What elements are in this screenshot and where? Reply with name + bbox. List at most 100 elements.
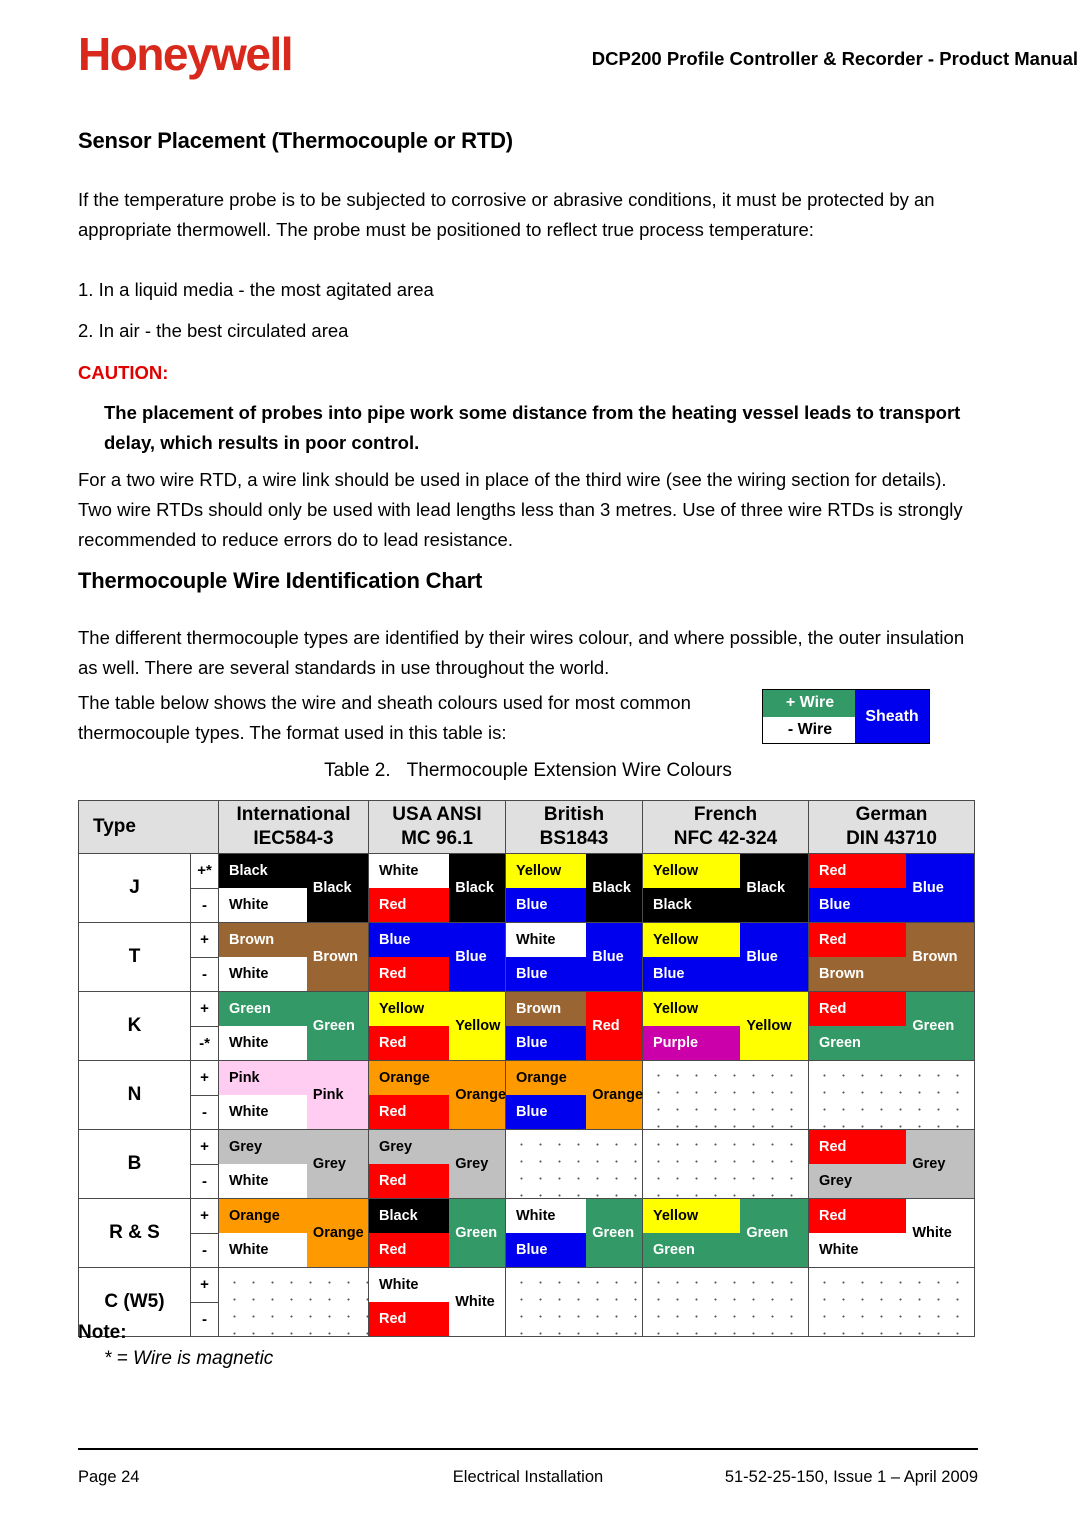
sheath-swatch: White — [449, 1268, 505, 1336]
cell-wire-colours: Orange Orange White — [218, 1198, 369, 1268]
page-title: Sensor Placement (Thermocouple or RTD) — [78, 128, 513, 153]
sheath-swatch: Yellow — [740, 992, 808, 1060]
note-text: * = Wire is magnetic — [104, 1348, 274, 1369]
cell-plus-sign: +* — [190, 853, 219, 889]
minus-wire-swatch: White — [219, 888, 307, 922]
cell-wire-colours: Yellow Yellow Red — [368, 991, 506, 1061]
empty-pattern — [643, 1268, 808, 1336]
sheath-swatch: Yellow — [449, 992, 505, 1060]
minus-wire-swatch: White — [809, 1233, 907, 1267]
cell-plus-sign: + — [190, 991, 219, 1027]
column-header-line1: Type — [93, 816, 136, 837]
empty-pattern — [643, 1130, 808, 1198]
cell-minus-sign: - — [190, 1163, 219, 1199]
cell-wire-colours — [218, 1267, 369, 1337]
table-header-row: Type International IEC584-3 USA ANSI MC … — [78, 800, 975, 854]
column-header-line2: MC 96.1 — [401, 828, 473, 849]
minus-wire-swatch: Blue — [506, 888, 587, 922]
cell-wire-colours: Green Red Green — [808, 991, 975, 1061]
plus-wire-swatch: Brown — [219, 923, 307, 957]
column-header-line2: NFC 42-324 — [673, 828, 778, 849]
cell-wire-colours — [808, 1060, 975, 1130]
minus-wire-swatch: Red — [369, 957, 450, 991]
minus-wire-swatch: White — [219, 957, 307, 991]
plus-wire-swatch: Red — [809, 992, 907, 1026]
table-caption-number: Table 2. — [324, 760, 391, 781]
sheath-swatch: Orange — [586, 1061, 643, 1129]
minus-wire-swatch: White — [219, 1095, 307, 1129]
wire-chart-heading: Thermocouple Wire Identification Chart — [78, 568, 483, 593]
plus-wire-swatch: Grey — [219, 1130, 307, 1164]
cell-wire-colours: Green White Blue — [505, 1198, 643, 1268]
cell-type: J — [78, 853, 191, 923]
column-header-line1: International — [236, 804, 351, 825]
cell-wire-colours — [505, 1129, 643, 1199]
cell-wire-colours: Green Yellow Green — [642, 1198, 809, 1268]
plus-wire-swatch: Yellow — [369, 992, 450, 1026]
minus-wire-swatch: Brown — [809, 957, 907, 991]
table-row: N + Pink Pink White Orange Orange Red Orange Oran… — [78, 1060, 975, 1130]
plus-wire-swatch: Red — [809, 923, 907, 957]
sheath-swatch: Grey — [449, 1130, 505, 1198]
wire-chart-paragraph-1: The different thermocouple types are ide… — [78, 627, 965, 678]
header-title: DCP200 Profile Controller & Recorder - P… — [591, 48, 1078, 69]
cell-plus-sign: + — [190, 922, 219, 958]
empty-pattern — [809, 1268, 974, 1336]
empty-pattern — [219, 1268, 368, 1336]
cell-type: N — [78, 1060, 191, 1130]
table-body: J +* Black Black White Black White Red Black Yell… — [78, 853, 975, 1337]
cell-wire-colours: Grey Grey White — [218, 1129, 369, 1199]
table-row: K + Green Green White Yellow Yellow Red Red Brown… — [78, 991, 975, 1061]
plus-wire-swatch: Yellow — [643, 1199, 741, 1233]
plus-wire-swatch: Green — [219, 992, 307, 1026]
sheath-swatch: Black — [306, 854, 368, 922]
sheath-swatch: Grey — [906, 1130, 974, 1198]
plus-wire-swatch: Yellow — [643, 992, 741, 1026]
cell-wire-colours: Black Yellow Blue — [505, 853, 643, 923]
cell-type: B — [78, 1129, 191, 1199]
plus-wire-swatch: White — [369, 854, 450, 888]
cell-wire-colours: Red Brown Blue — [505, 991, 643, 1061]
cell-type: T — [78, 922, 191, 992]
cell-wire-colours — [642, 1129, 809, 1199]
sheath-swatch: Blue — [906, 854, 974, 922]
list-item: 2. In air - the best circulated area — [78, 320, 349, 341]
minus-wire-swatch: Green — [643, 1233, 741, 1267]
thermocouple-wire-table: Type International IEC584-3 USA ANSI MC … — [78, 800, 975, 1337]
sheath-swatch: Brown — [906, 923, 974, 991]
column-header-british: British BS1843 — [505, 800, 643, 854]
cell-wire-colours: Green Black Red — [368, 1198, 506, 1268]
sheath-swatch: Black — [449, 854, 505, 922]
plus-wire-swatch: White — [506, 1199, 587, 1233]
minus-wire-swatch: White — [219, 1026, 307, 1060]
cell-wire-colours — [642, 1267, 809, 1337]
legend-wire-column: + Wire - Wire — [763, 690, 857, 743]
plus-wire-swatch: Yellow — [506, 854, 587, 888]
cell-wire-colours: Grey Red Grey — [808, 1129, 975, 1199]
rtd-paragraph: For a two wire RTD, a wire link should b… — [78, 469, 963, 550]
minus-wire-swatch: Blue — [506, 1095, 587, 1129]
table-caption-title: Thermocouple Extension Wire Colours — [406, 760, 732, 781]
plus-wire-swatch: Yellow — [643, 923, 741, 957]
minus-wire-swatch: Grey — [809, 1164, 907, 1198]
legend-plus-wire: + Wire — [763, 690, 857, 717]
caution-label: CAUTION: — [78, 362, 169, 383]
table-caption: Table 2. Thermocouple Extension Wire Colo… — [78, 760, 978, 782]
empty-pattern — [506, 1268, 642, 1336]
footer-divider — [78, 1448, 978, 1450]
sheath-swatch: Orange — [306, 1199, 368, 1267]
legend-minus-wire: - Wire — [763, 716, 857, 743]
cell-wire-colours — [808, 1267, 975, 1337]
plus-wire-swatch: Yellow — [643, 854, 741, 888]
cell-wire-colours: White Red White — [808, 1198, 975, 1268]
plus-wire-swatch: Orange — [219, 1199, 307, 1233]
cell-minus-sign: - — [190, 1094, 219, 1130]
plus-wire-swatch: White — [369, 1268, 450, 1302]
cell-minus-sign: - — [190, 1232, 219, 1268]
sheath-swatch: Brown — [306, 923, 368, 991]
cell-plus-sign: + — [190, 1060, 219, 1096]
column-header-international: International IEC584-3 — [218, 800, 369, 854]
minus-wire-swatch: Black — [643, 888, 741, 922]
cell-wire-colours: Pink Pink White — [218, 1060, 369, 1130]
cell-wire-colours: Green Green White — [218, 991, 369, 1061]
